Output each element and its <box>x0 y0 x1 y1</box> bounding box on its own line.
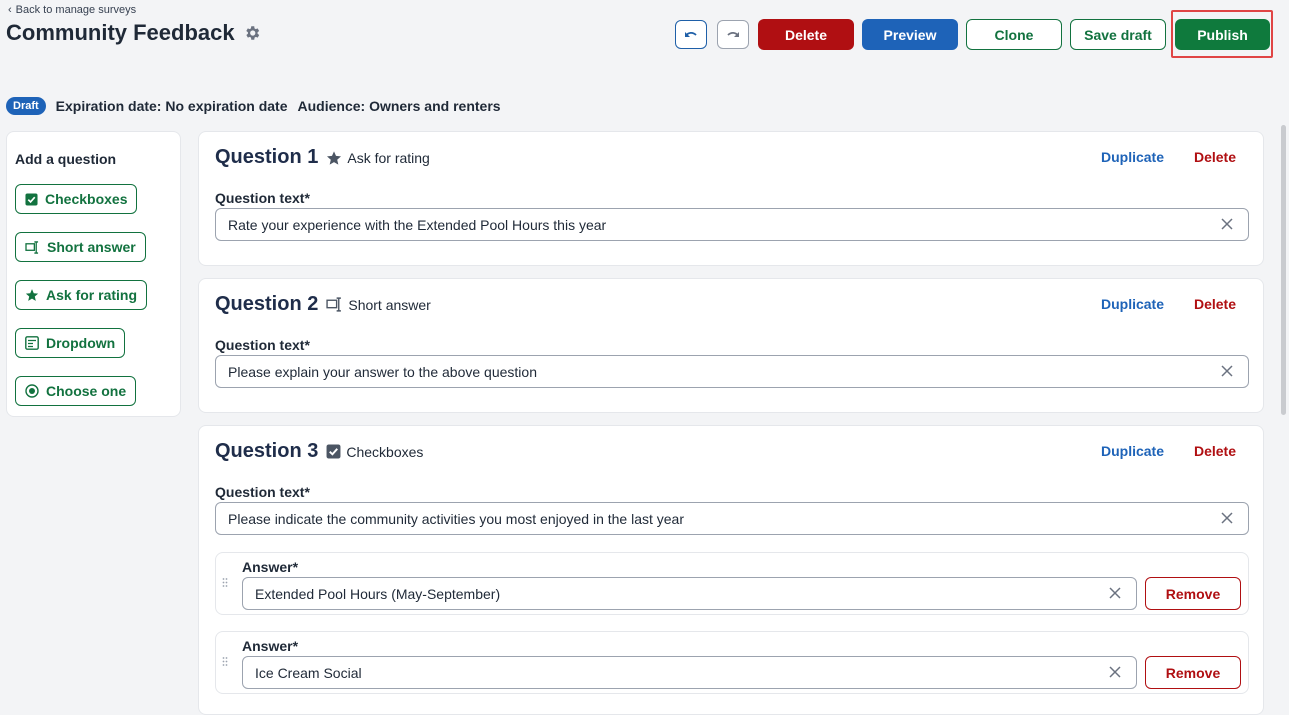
question-text-label: Question text* <box>215 484 310 500</box>
clear-icon[interactable] <box>1220 511 1234 525</box>
undo-icon <box>685 31 697 37</box>
gear-icon[interactable] <box>243 24 261 42</box>
question-number: Question 1 <box>215 146 319 168</box>
status-badge: Draft <box>6 97 46 115</box>
duplicate-button[interactable]: Duplicate <box>1101 296 1164 312</box>
duplicate-button[interactable]: Duplicate <box>1101 443 1164 459</box>
answer-input[interactable]: Extended Pool Hours (May-September) <box>242 577 1137 610</box>
answer-input[interactable]: Ice Cream Social <box>242 656 1137 689</box>
question-number: Question 2 <box>215 293 319 315</box>
clear-icon[interactable] <box>1108 665 1122 679</box>
question-text-value: Please explain your answer to the above … <box>228 363 537 380</box>
delete-question-button[interactable]: Delete <box>1194 149 1236 165</box>
question-text-label: Question text* <box>215 337 310 353</box>
question-type: Ask for rating <box>326 149 430 166</box>
clear-icon[interactable] <box>1220 364 1234 378</box>
question-type-label: Short answer <box>348 296 431 313</box>
question-header: Question 3 Checkboxes <box>215 440 423 463</box>
question-card-3: Question 3 Checkboxes Duplicate Delete Q… <box>198 425 1264 715</box>
duplicate-button[interactable]: Duplicate <box>1101 149 1164 165</box>
drag-handle-icon[interactable] <box>222 577 228 591</box>
back-link-label: Back to manage surveys <box>15 4 137 16</box>
radio-icon <box>25 384 39 398</box>
add-short-answer-button[interactable]: Short answer <box>15 232 146 262</box>
answer-value: Ice Cream Social <box>255 664 362 681</box>
short-answer-icon <box>326 297 342 312</box>
back-link[interactable]: ‹ Back to manage surveys <box>8 4 136 16</box>
chevron-left-icon: ‹ <box>8 4 12 16</box>
redo-icon <box>727 31 739 37</box>
question-text-label: Question text* <box>215 190 310 206</box>
answer-label: Answer* <box>242 559 299 575</box>
clear-icon[interactable] <box>1108 586 1122 600</box>
add-dropdown-label: Dropdown <box>46 335 116 351</box>
question-type: Short answer <box>326 296 431 313</box>
add-question-title: Add a question <box>15 151 117 167</box>
undo-button[interactable] <box>675 20 707 49</box>
checkbox-icon <box>25 192 38 206</box>
answer-value: Extended Pool Hours (May-September) <box>255 585 501 602</box>
survey-title: Community Feedback <box>6 20 235 45</box>
clone-button[interactable]: Clone <box>966 19 1062 50</box>
add-short-answer-label: Short answer <box>47 239 136 255</box>
question-type-label: Ask for rating <box>347 149 430 166</box>
question-text-input[interactable]: Rate your experience with the Extended P… <box>215 208 1249 241</box>
short-answer-icon <box>25 240 39 254</box>
delete-question-button[interactable]: Delete <box>1194 443 1236 459</box>
answer-row: Answer* Ice Cream Social Remove <box>215 631 1249 694</box>
save-draft-button[interactable]: Save draft <box>1070 19 1166 50</box>
redo-button[interactable] <box>717 20 749 49</box>
publish-highlight-box <box>1171 10 1273 58</box>
add-rating-label: Ask for rating <box>46 287 138 303</box>
question-type-label: Checkboxes <box>346 443 424 460</box>
question-number: Question 3 <box>215 440 319 462</box>
question-header: Question 1 Ask for rating <box>215 146 430 169</box>
scrollbar-thumb[interactable] <box>1281 125 1286 415</box>
clear-icon[interactable] <box>1220 217 1234 231</box>
remove-answer-button[interactable]: Remove <box>1145 656 1241 689</box>
add-dropdown-button[interactable]: Dropdown <box>15 328 126 358</box>
add-choose-one-button[interactable]: Choose one <box>15 376 137 406</box>
question-text-input[interactable]: Please indicate the community activities… <box>215 502 1249 535</box>
delete-question-button[interactable]: Delete <box>1194 296 1236 312</box>
answer-row: Answer* Extended Pool Hours (May-Septemb… <box>215 552 1249 615</box>
add-rating-button[interactable]: Ask for rating <box>15 280 148 310</box>
question-text-value: Please indicate the community activities… <box>228 510 685 527</box>
question-text-input[interactable]: Please explain your answer to the above … <box>215 355 1249 388</box>
page-title: Community Feedback <box>6 20 261 46</box>
remove-answer-button[interactable]: Remove <box>1145 577 1241 610</box>
survey-meta: Draft Expiration date: No expiration dat… <box>6 97 501 115</box>
star-icon <box>327 150 342 165</box>
expiration-date: Expiration date: No expiration date <box>55 98 288 114</box>
audience: Audience: Owners and renters <box>297 98 501 114</box>
answer-label: Answer* <box>242 638 299 654</box>
delete-survey-button[interactable]: Delete <box>758 19 854 50</box>
add-question-panel: Add a question Checkboxes Short answer A… <box>6 131 181 417</box>
question-card-1: Question 1 Ask for rating Duplicate Dele… <box>198 131 1264 266</box>
question-text-value: Rate your experience with the Extended P… <box>228 216 607 233</box>
star-icon <box>25 289 39 301</box>
dropdown-icon <box>25 336 39 350</box>
preview-button[interactable]: Preview <box>862 19 958 50</box>
drag-handle-icon[interactable] <box>222 656 228 670</box>
page-scrollbar[interactable] <box>1278 60 1289 708</box>
add-checkboxes-button[interactable]: Checkboxes <box>15 184 138 214</box>
question-type: Checkboxes <box>326 444 423 460</box>
question-header: Question 2 Short answer <box>215 293 431 316</box>
question-card-2: Question 2 Short answer Duplicate Delete… <box>198 278 1264 413</box>
checkbox-icon <box>326 444 341 459</box>
add-checkboxes-label: Checkboxes <box>45 191 128 207</box>
add-choose-one-label: Choose one <box>46 383 127 399</box>
